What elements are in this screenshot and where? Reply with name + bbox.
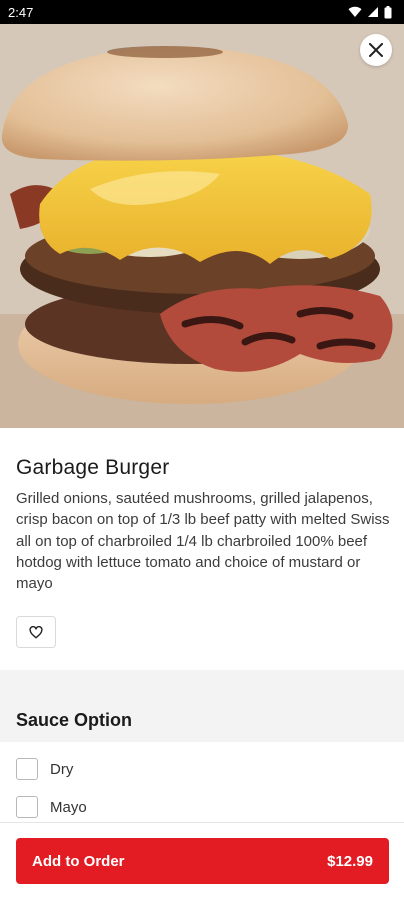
status-bar: 2:47 [0,0,404,24]
heart-icon [29,625,43,638]
close-icon [369,43,383,57]
wifi-icon [348,6,362,18]
add-to-order-button[interactable]: Add to Order $12.99 [16,838,389,884]
sauce-option-dry[interactable]: Dry [16,758,73,780]
sauce-option-mayo[interactable]: Mayo [16,796,87,818]
status-icons [348,5,392,19]
checkbox[interactable] [16,758,38,780]
item-title: Garbage Burger [16,456,170,479]
favorite-button[interactable] [16,616,56,648]
close-button[interactable] [360,34,392,66]
status-time: 2:47 [8,4,34,20]
hero-image [0,24,404,428]
checkbox[interactable] [16,796,38,818]
add-to-order-label: Add to Order [32,852,125,870]
signal-icon [368,7,378,17]
option-label: Dry [50,760,74,778]
price-label: $12.99 [327,852,373,870]
sauce-section-title: Sauce Option [16,710,133,730]
option-label: Mayo [50,798,87,816]
item-description: Grilled onions, sautéed mushrooms, grill… [16,490,390,593]
section-band [0,670,404,742]
battery-icon [384,5,392,18]
